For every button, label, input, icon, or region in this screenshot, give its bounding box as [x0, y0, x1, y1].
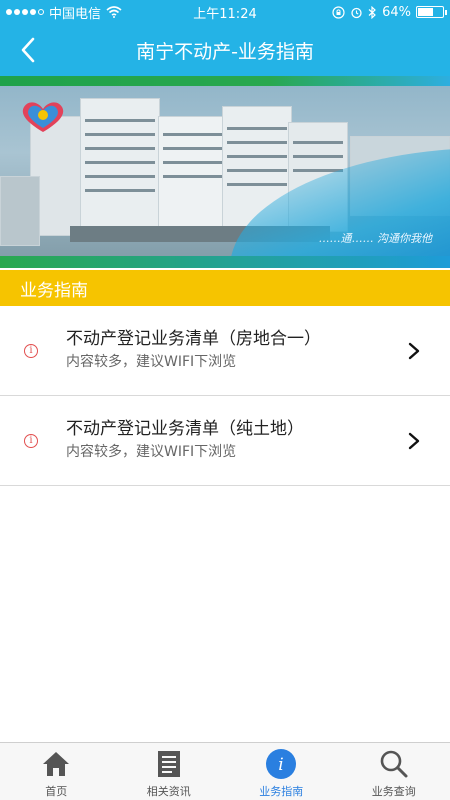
wifi-icon	[106, 6, 122, 18]
section-header: 业务指南	[0, 270, 450, 306]
battery-icon	[416, 6, 447, 18]
item-title: 不动产登记业务清单（纯土地）	[66, 419, 304, 439]
tab-label: 业务查询	[371, 785, 416, 798]
search-icon	[380, 750, 408, 778]
building-shape	[0, 176, 40, 246]
tab-label: 相关资讯	[146, 785, 191, 798]
status-bar: 中国电信 上午11:24 64%	[0, 0, 450, 24]
status-right: 64%	[332, 4, 447, 20]
banner-bottom-stripe	[0, 256, 450, 268]
rotation-lock-icon	[332, 5, 345, 19]
building-shape	[158, 116, 228, 236]
page-title: 南宁不动产-业务指南	[136, 40, 314, 63]
svg-text:i: i	[279, 755, 284, 775]
item-subtitle: 内容较多，建议WIFI下浏览	[66, 444, 237, 460]
alarm-icon	[351, 7, 362, 18]
status-left: 中国电信	[6, 3, 122, 22]
logo-icon	[22, 102, 64, 132]
info-icon: i	[266, 749, 297, 779]
info-icon: i	[24, 344, 38, 358]
signal-icon	[6, 9, 44, 15]
list-item-house-land[interactable]: i 不动产登记业务清单（房地合一） 内容较多，建议WIFI下浏览	[0, 306, 450, 396]
bluetooth-icon	[368, 5, 376, 19]
item-text: 不动产登记业务清单（房地合一） 内容较多，建议WIFI下浏览	[66, 328, 321, 372]
list-item-land-only[interactable]: i 不动产登记业务清单（纯土地） 内容较多，建议WIFI下浏览	[0, 396, 450, 486]
info-icon: i	[24, 434, 38, 448]
guide-list: i 不动产登记业务清单（房地合一） 内容较多，建议WIFI下浏览 i 不动产登记…	[0, 306, 450, 486]
tab-news[interactable]: 相关资讯	[113, 743, 226, 800]
tab-bar: 首页 相关资讯 i 业务指南 业务查询	[0, 742, 450, 800]
battery-percent: 64%	[382, 4, 411, 20]
item-text: 不动产登记业务清单（纯土地） 内容较多，建议WIFI下浏览	[66, 418, 304, 462]
tab-home[interactable]: 首页	[0, 743, 113, 800]
tab-label: 首页	[45, 785, 68, 798]
news-icon	[157, 751, 180, 777]
banner-top-stripe	[0, 76, 450, 86]
building-shape	[80, 98, 160, 238]
carrier-label: 中国电信	[49, 6, 102, 22]
banner-image: ……通…… 沟通你我他	[0, 76, 450, 268]
tab-query[interactable]: 业务查询	[338, 743, 450, 800]
nav-bar: 南宁不动产-业务指南	[0, 24, 450, 76]
item-title: 不动产登记业务清单（房地合一）	[66, 329, 321, 349]
tab-label: 业务指南	[259, 785, 304, 798]
home-icon	[43, 752, 70, 776]
chevron-right-icon	[408, 432, 420, 450]
chevron-right-icon	[408, 342, 420, 360]
banner-caption: ……通…… 沟通你我他	[318, 232, 433, 245]
item-subtitle: 内容较多，建议WIFI下浏览	[66, 354, 237, 370]
chevron-left-icon	[21, 37, 35, 63]
section-title: 业务指南	[20, 280, 88, 301]
back-button[interactable]	[8, 30, 48, 70]
tab-guide[interactable]: i 业务指南	[225, 743, 338, 800]
